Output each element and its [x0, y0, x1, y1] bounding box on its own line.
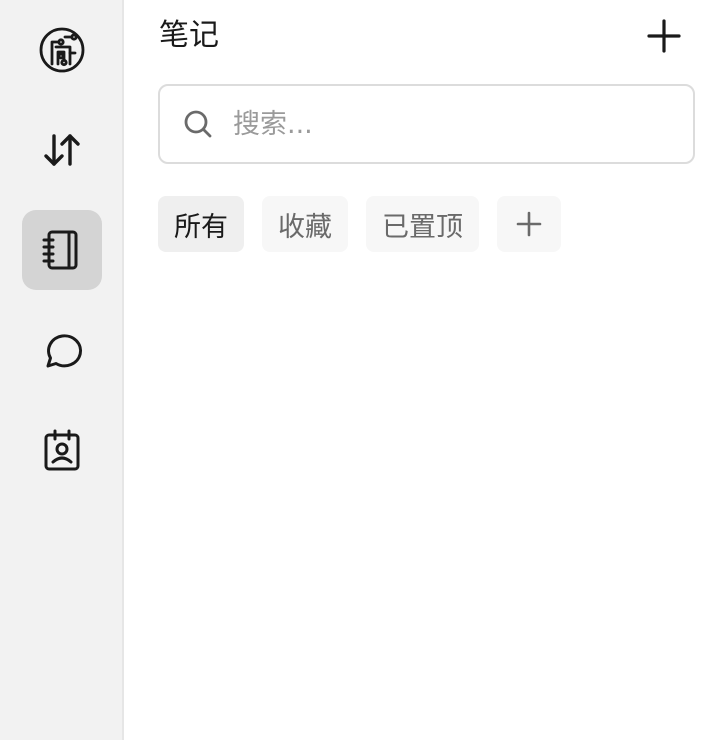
contact-card-icon: [44, 429, 80, 471]
search-box[interactable]: [158, 84, 695, 164]
search-input[interactable]: [231, 107, 655, 141]
search-icon: [183, 109, 213, 139]
notes-panel: 笔记 所有 收藏 已置顶: [124, 0, 712, 740]
app-window: 笔记 所有 收藏 已置顶: [0, 0, 712, 740]
sidebar: [0, 0, 124, 740]
logo-icon: [39, 27, 85, 73]
transfer-arrows-icon: [44, 134, 80, 166]
chat-bubble-icon: [46, 334, 83, 368]
sidebar-item-contacts[interactable]: [22, 410, 102, 490]
add-tab-button[interactable]: [497, 196, 561, 252]
sidebar-item-logo[interactable]: [22, 10, 102, 90]
filter-tabs: 所有 收藏 已置顶: [158, 196, 561, 252]
add-note-button[interactable]: [642, 14, 686, 58]
sidebar-item-notes[interactable]: [22, 210, 102, 290]
tab-all[interactable]: 所有: [158, 196, 244, 252]
tab-favorites[interactable]: 收藏: [262, 196, 348, 252]
page-title: 笔记: [159, 18, 219, 53]
plus-icon: [516, 211, 542, 237]
sidebar-item-transfer[interactable]: [22, 110, 102, 190]
notebook-icon: [42, 230, 78, 270]
tab-pinned[interactable]: 已置顶: [366, 196, 479, 252]
sidebar-item-chat[interactable]: [22, 310, 102, 390]
plus-icon: [647, 19, 681, 53]
